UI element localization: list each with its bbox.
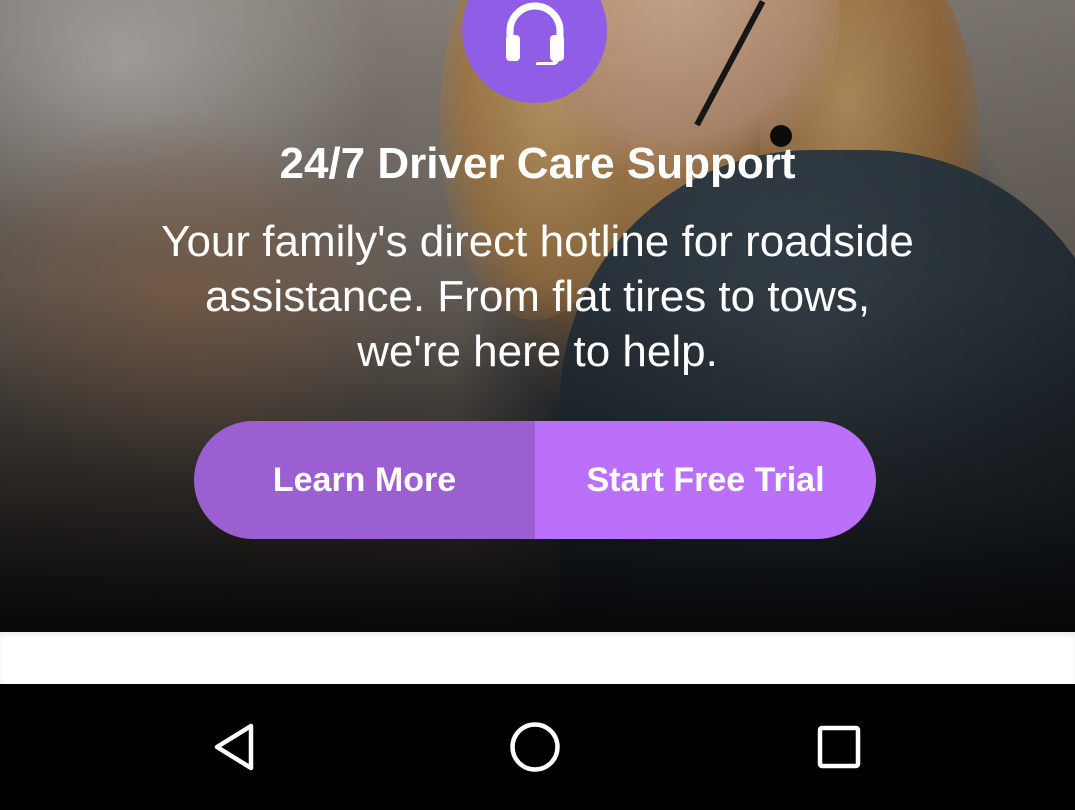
cta-button-group: Learn More Start Free Trial bbox=[194, 421, 876, 539]
back-button[interactable] bbox=[205, 717, 265, 777]
page-title: 24/7 Driver Care Support bbox=[279, 139, 796, 188]
screen: 24/7 Driver Care Support Your family's d… bbox=[0, 0, 1075, 810]
home-circle-icon bbox=[510, 722, 560, 772]
content-bottom-strip bbox=[0, 632, 1075, 684]
home-button[interactable] bbox=[505, 717, 565, 777]
hero-description: Your family's direct hotline for roadsid… bbox=[161, 217, 914, 376]
back-triangle-icon bbox=[214, 723, 254, 771]
learn-more-button[interactable]: Learn More bbox=[194, 421, 535, 539]
headset-icon bbox=[505, 2, 564, 65]
start-free-trial-button[interactable]: Start Free Trial bbox=[535, 421, 876, 539]
system-navigation-bar bbox=[0, 684, 1075, 810]
recents-button[interactable] bbox=[809, 717, 869, 777]
recents-square-icon bbox=[817, 725, 861, 769]
hero-banner: 24/7 Driver Care Support Your family's d… bbox=[0, 0, 1075, 632]
